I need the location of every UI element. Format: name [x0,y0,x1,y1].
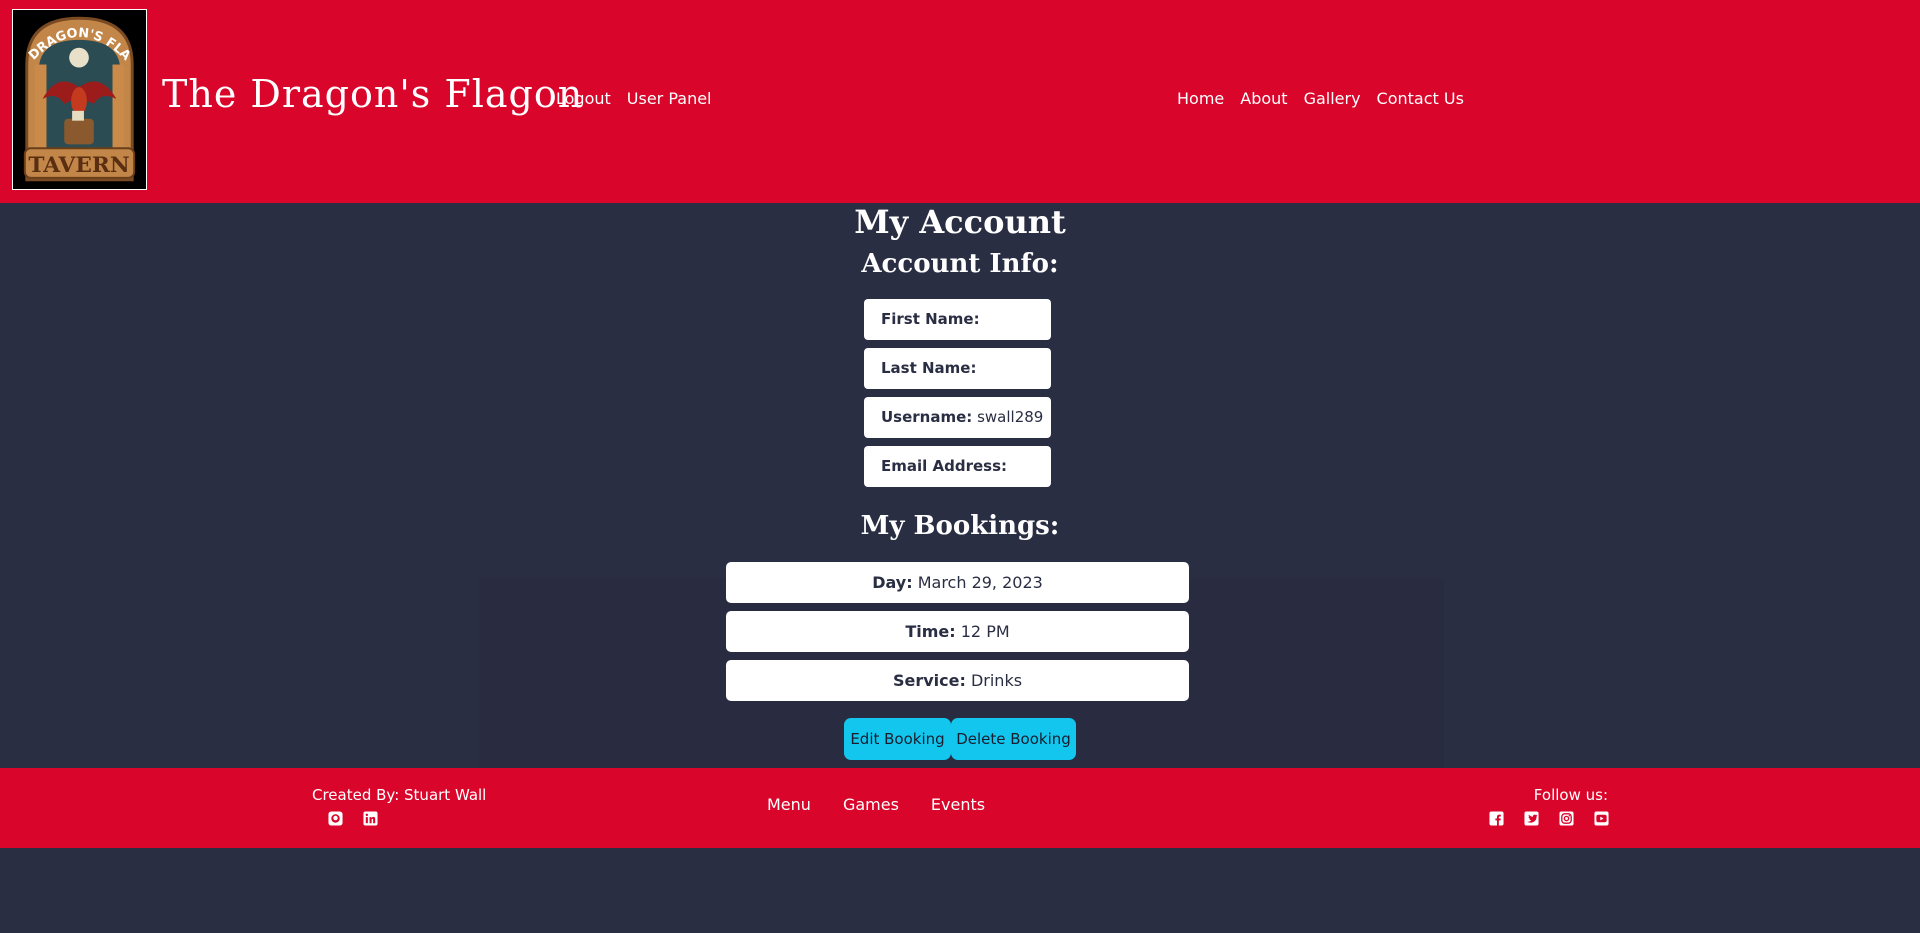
nav-gallery[interactable]: Gallery [1304,89,1361,108]
follow-us-text: Follow us: [1533,786,1608,804]
user-panel-link[interactable]: User Panel [627,89,712,108]
twitter-icon[interactable] [1524,811,1539,826]
email-field: Email Address: [864,446,1051,487]
footer-events-link[interactable]: Events [931,795,985,814]
booking-time-value: 12 PM [960,622,1010,641]
created-by-text: Created By: Stuart Wall [312,786,487,804]
booking-service-value: Drinks [970,671,1023,690]
nav-home[interactable]: Home [1177,89,1224,108]
site-header: TAVERN THE DRAGON'S FLAGON The Dragon's … [0,0,1920,203]
site-title[interactable]: The Dragon's Flagon [162,72,583,116]
username-value: swall289 [977,408,1044,426]
booking-service-label: Service: [892,671,966,690]
username-label: Username: [881,408,973,426]
linkedin-icon[interactable] [363,811,378,826]
github-icon[interactable] [328,811,343,826]
first-name-field: First Name: [864,299,1051,340]
youtube-icon[interactable] [1594,811,1609,826]
svg-text:TAVERN: TAVERN [28,153,129,178]
social-links [1489,811,1609,826]
user-nav: Logout User Panel [556,89,712,108]
booking-time: Time: 12 PM [726,611,1189,652]
author-social-links [328,811,378,826]
account-page: My Account Account Info: First Name: Las… [0,203,1920,768]
edit-booking-button[interactable]: Edit Booking [844,718,951,760]
footer-nav: Menu Games Events [767,795,985,814]
nav-contact-us[interactable]: Contact Us [1377,89,1464,108]
tavern-logo-image: TAVERN THE DRAGON'S FLAGON [13,10,146,189]
last-name-field: Last Name: [864,348,1051,389]
booking-day-label: Day: [872,573,913,592]
booking-day: Day: March 29, 2023 [726,562,1189,603]
booking-service: Service: Drinks [726,660,1189,701]
first-name-label: First Name: [881,310,980,328]
my-bookings-title: My Bookings: [860,511,1060,541]
facebook-icon[interactable] [1489,811,1504,826]
instagram-icon[interactable] [1559,811,1574,826]
tavern-logo[interactable]: TAVERN THE DRAGON'S FLAGON [12,9,147,190]
username-field: Username: swall289 [864,397,1051,438]
booking-time-label: Time: [905,622,956,641]
footer-games-link[interactable]: Games [843,795,899,814]
email-label: Email Address: [881,457,1008,475]
logout-link[interactable]: Logout [556,89,611,108]
nav-about[interactable]: About [1240,89,1287,108]
booking-day-value: March 29, 2023 [917,573,1043,592]
account-info-title: Account Info: [861,249,1059,279]
site-footer: Created By: Stuart Wall Menu Games Event… [0,768,1920,848]
delete-booking-button[interactable]: Delete Booking [951,718,1076,760]
last-name-label: Last Name: [881,359,977,377]
main-nav: Home About Gallery Contact Us [1177,89,1464,108]
page-title: My Account [854,203,1066,241]
footer-menu-link[interactable]: Menu [767,795,811,814]
